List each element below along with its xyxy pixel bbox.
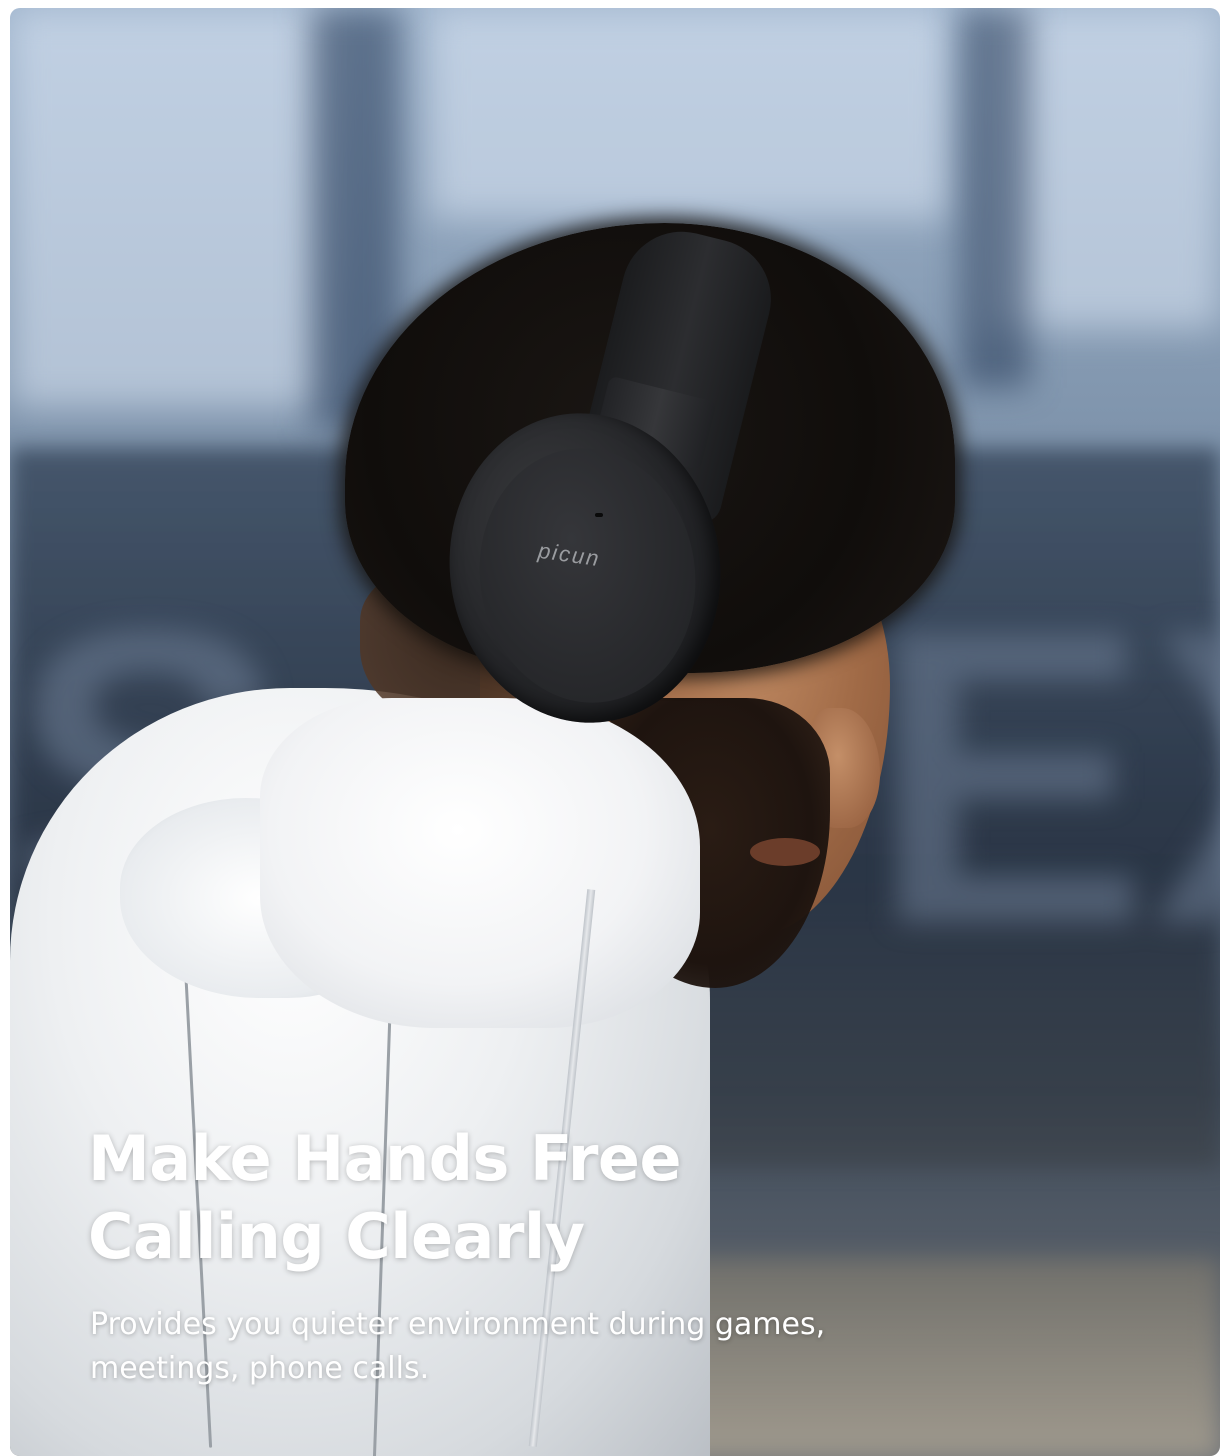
- description: Provides you quieter environment during …: [90, 1303, 825, 1391]
- product-hero-image: S EX picun Make Hands Free Calling Clear…: [10, 8, 1220, 1456]
- description-line-2: meetings, phone calls.: [90, 1351, 430, 1386]
- headline-line-1: Make Hands Free: [88, 1122, 682, 1195]
- headline-line-2: Calling Clearly: [88, 1200, 585, 1273]
- description-line-1: Provides you quieter environment during …: [90, 1307, 826, 1342]
- jacket-collar: [260, 698, 700, 1028]
- led-indicator: [595, 513, 603, 517]
- headline: Make Hands Free Calling Clearly: [88, 1120, 682, 1276]
